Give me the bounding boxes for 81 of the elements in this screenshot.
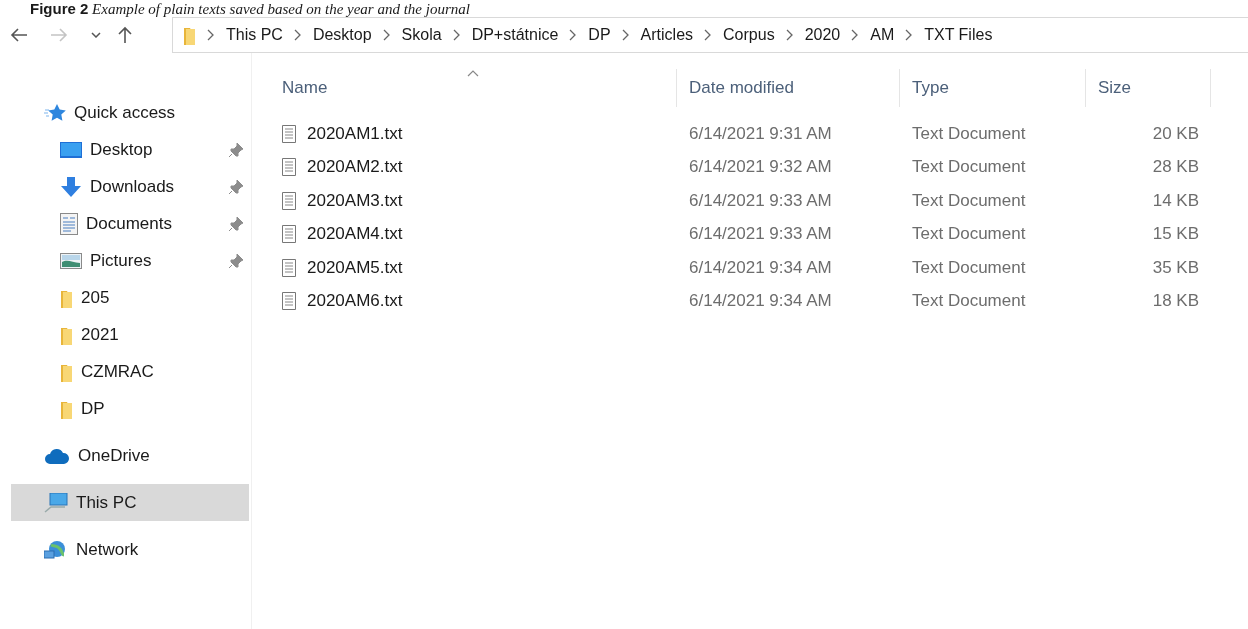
network-icon xyxy=(44,539,68,560)
breadcrumb[interactable]: Skola xyxy=(401,26,442,44)
chevron-right-icon xyxy=(704,29,713,41)
document-icon xyxy=(60,212,78,235)
table-cell-text: Text Document xyxy=(911,157,1027,178)
file-name[interactable]: 2020AM1.txt xyxy=(270,123,677,144)
breadcrumb[interactable]: 2020 xyxy=(804,26,841,44)
table-cell-text: 28 KB xyxy=(1151,157,1200,178)
chevron-down-icon[interactable] xyxy=(91,32,101,38)
up-arrow-icon[interactable] xyxy=(118,26,132,44)
figure-caption: Example of plain texts saved based on the year and the journal xyxy=(91,1,470,17)
figure-label: Figure 2 xyxy=(30,0,89,17)
column-header[interactable]: Type xyxy=(900,69,1086,107)
column-header[interactable]: Size xyxy=(1086,69,1211,107)
text-file-icon xyxy=(282,158,296,177)
table-cell-text: 20 KB xyxy=(1151,123,1200,144)
table-cell-text: 14 KB xyxy=(1151,190,1200,211)
column-header[interactable]: Name xyxy=(270,69,677,107)
breadcrumb[interactable]: Desktop xyxy=(312,26,372,44)
sidebar-item[interactable]: 205 xyxy=(11,279,249,316)
text-file-icon xyxy=(282,191,296,210)
breadcrumb[interactable]: DP xyxy=(588,26,611,44)
folder-icon xyxy=(183,25,196,45)
table-cell-text: Text Document xyxy=(911,224,1027,245)
cloud-icon xyxy=(44,447,70,464)
sidebar-item[interactable]: Downloads xyxy=(11,168,249,205)
table-cell-text: 6/14/2021 9:34 AM xyxy=(688,291,833,312)
down-arrow-icon xyxy=(60,176,82,197)
file-name[interactable]: 2020AM6.txt xyxy=(270,291,677,312)
sidebar-item[interactable]: CZMRAC xyxy=(11,353,249,390)
picture-frame-icon xyxy=(60,252,82,269)
computer-icon xyxy=(44,492,68,513)
sidebar-item[interactable]: Documents xyxy=(11,205,249,242)
chevron-right-icon xyxy=(569,29,578,41)
table-cell-text: 6/14/2021 9:32 AM xyxy=(688,157,833,178)
breadcrumb[interactable]: Corpus xyxy=(723,26,775,44)
table-cell-text: 6/14/2021 9:33 AM xyxy=(688,190,833,211)
sidebar-item[interactable]: This PC xyxy=(11,484,249,521)
sidebar-item[interactable]: Quick access xyxy=(11,94,249,131)
text-file-icon xyxy=(282,225,296,244)
column-header[interactable]: Date modified xyxy=(677,69,900,107)
breadcrumb[interactable]: TXT Files xyxy=(924,26,993,44)
chevron-right-icon xyxy=(905,29,914,41)
table-cell-text: 18 KB xyxy=(1151,291,1200,312)
sidebar-item[interactable]: OneDrive xyxy=(11,437,249,474)
breadcrumb[interactable]: This PC xyxy=(226,26,283,44)
file-name[interactable]: 2020AM5.txt xyxy=(270,257,677,278)
breadcrumb[interactable]: AM xyxy=(870,26,895,44)
chevron-right-icon xyxy=(785,29,794,41)
file-name[interactable]: 2020AM4.txt xyxy=(270,224,677,245)
text-file-icon xyxy=(282,258,296,277)
chevron-right-icon xyxy=(452,29,461,41)
chevron-right-icon xyxy=(207,29,215,41)
table-cell-text: 15 KB xyxy=(1151,224,1200,245)
back-arrow-icon[interactable] xyxy=(10,28,28,42)
breadcrumb[interactable]: Articles xyxy=(640,26,694,44)
chevron-right-icon xyxy=(382,29,391,41)
table-cell-text: Text Document xyxy=(911,257,1027,278)
file-name[interactable]: 2020AM2.txt xyxy=(270,157,677,178)
table-cell-text: 35 KB xyxy=(1151,257,1200,278)
sidebar-item[interactable]: DP xyxy=(11,390,249,427)
text-file-icon xyxy=(282,292,296,311)
address-bar[interactable]: This PC Desktop Skola DP+státnice DP Articles Corpus 2020 AM TXT Files xyxy=(172,17,1248,53)
star-icon xyxy=(44,102,66,123)
table-cell-text: 6/14/2021 9:34 AM xyxy=(688,257,833,278)
sidebar-item[interactable]: Network xyxy=(11,531,249,568)
sidebar-item[interactable]: Pictures xyxy=(11,242,249,279)
sidebar-item[interactable]: 2021 xyxy=(11,316,249,353)
sidebar-item[interactable]: Desktop xyxy=(11,131,249,168)
breadcrumb[interactable]: DP+státnice xyxy=(471,26,559,44)
text-file-icon xyxy=(282,124,296,143)
table-cell-text: 6/14/2021 9:31 AM xyxy=(688,123,833,144)
file-name[interactable]: 2020AM3.txt xyxy=(270,190,677,211)
monitor-icon xyxy=(60,141,82,158)
table-cell-text: Text Document xyxy=(911,291,1027,312)
table-cell-text: 6/14/2021 9:33 AM xyxy=(688,224,833,245)
chevron-right-icon xyxy=(851,29,860,41)
chevron-right-icon xyxy=(293,29,302,41)
table-cell-text: Text Document xyxy=(911,123,1027,144)
table-cell-text: Text Document xyxy=(911,190,1027,211)
chevron-right-icon xyxy=(621,29,630,41)
